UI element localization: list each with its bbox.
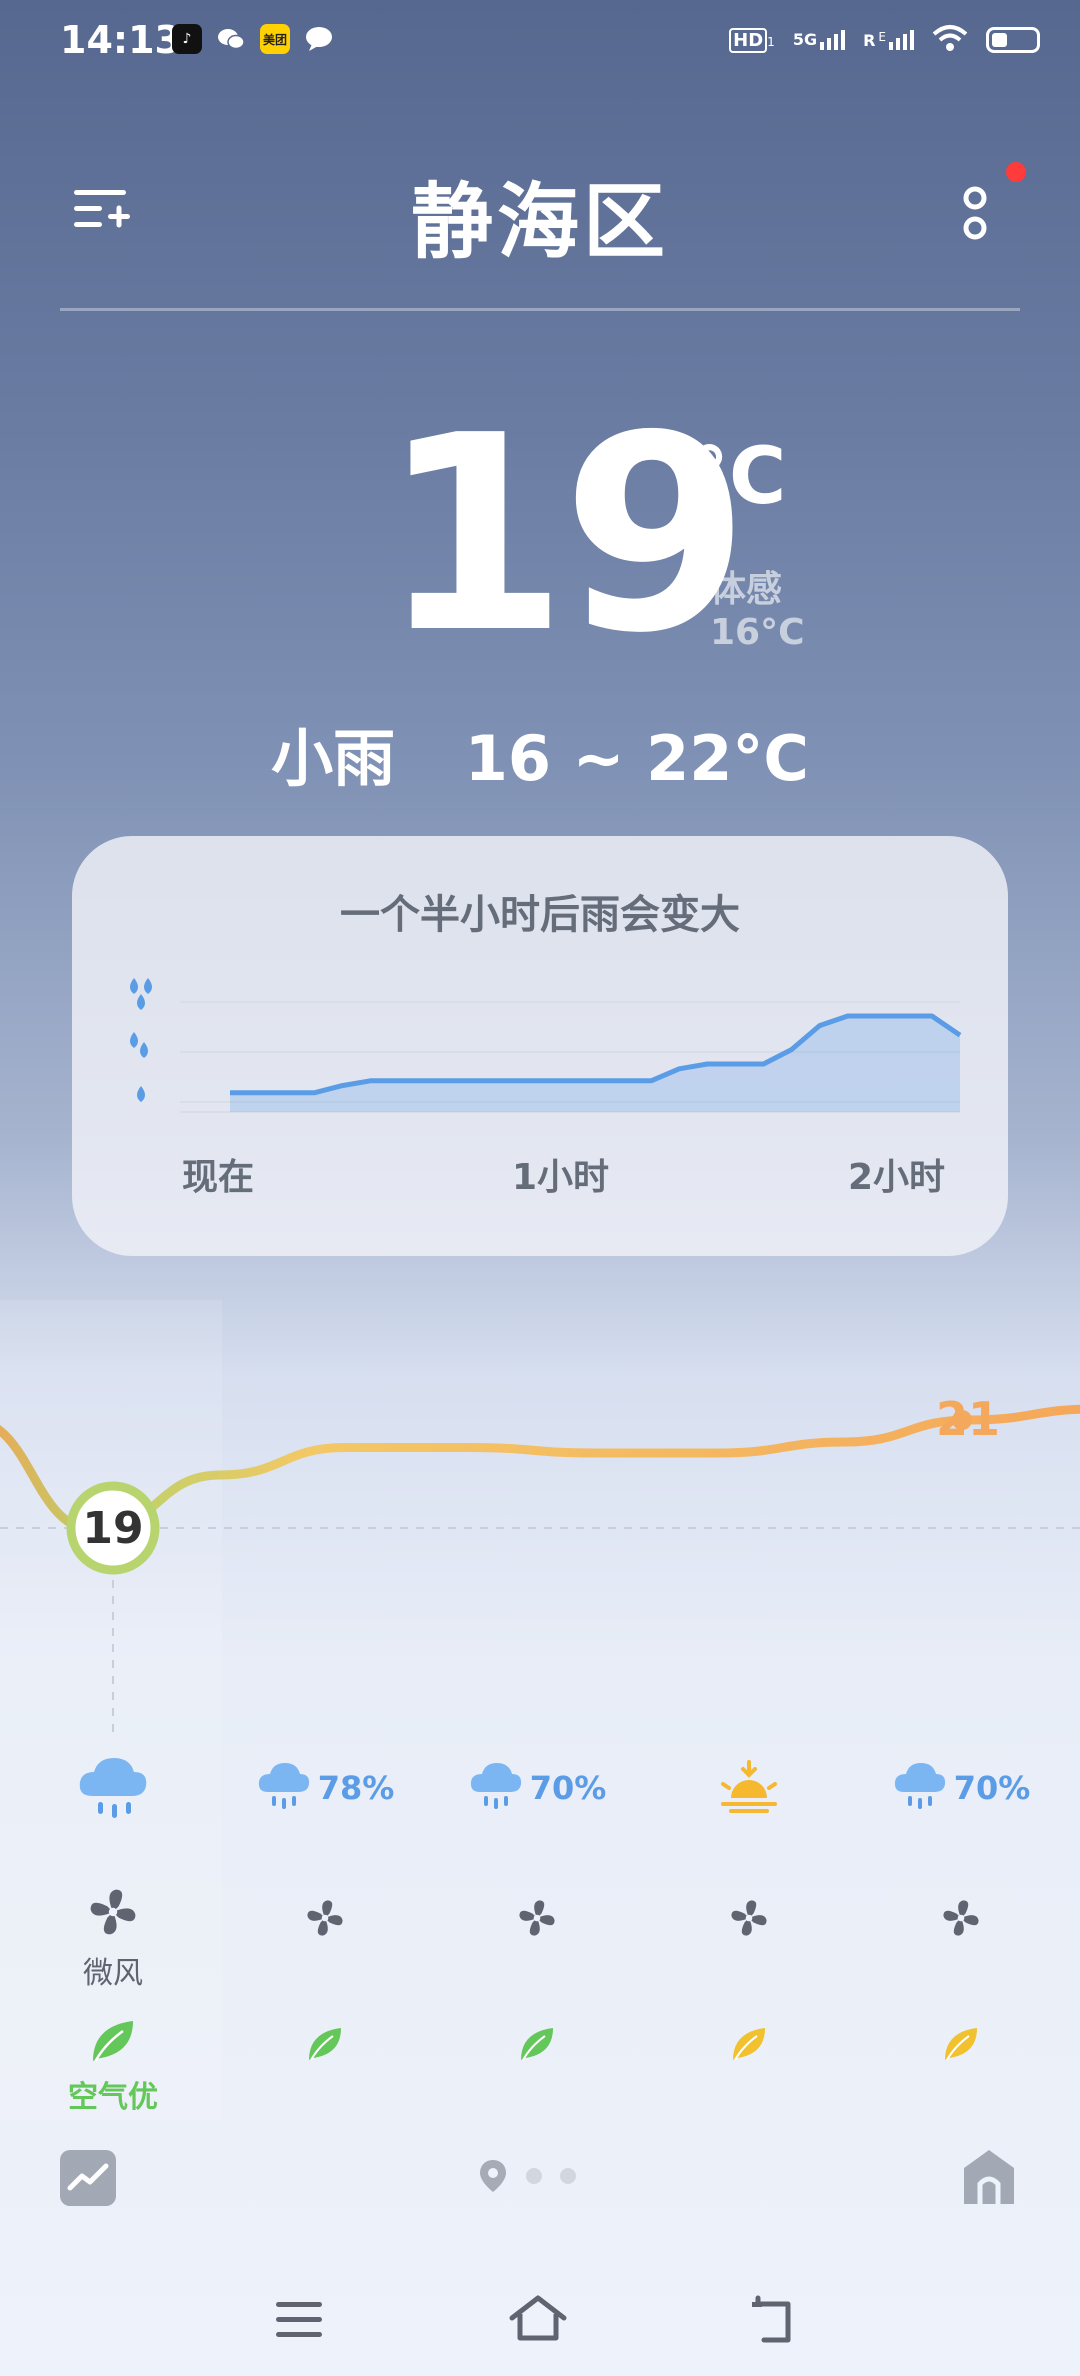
hourly-air-quality-2 [437,2024,637,2068]
sunset-icon [717,1758,781,1818]
header-divider [60,308,1020,311]
page-dot [560,2168,576,2184]
rain-cloud-icon [892,1758,948,1818]
home-button[interactable] [960,2146,1018,2208]
temperature-unit: °C [690,432,787,522]
e-label: E [878,30,886,44]
wind-fan-icon [515,1896,559,1944]
message-icon [304,24,334,54]
hourly-weather-3 [649,1758,849,1818]
hourly-wind-2 [437,1896,637,1944]
hourly-air-quality-0: 空气优 [13,2016,213,2116]
nav-menu-button[interactable] [270,2292,330,2348]
precip-area [230,1016,960,1112]
air-quality-leaf-icon [941,2024,981,2068]
current-temp-badge-value: 19 [82,1503,143,1554]
more-icon [963,186,987,240]
hourly-weather-4: 70% [861,1758,1061,1818]
hd-label: HD [729,27,768,53]
5g-label: 5G [792,30,818,49]
air-quality-leaf-icon [517,2024,557,2068]
precip-label-2h: 2小时 [848,1157,946,1198]
hourly-temperature-curve: 19 [0,1404,1080,1740]
notification-dot [1006,162,1026,182]
hd-signal-icon: HD 1 [729,27,775,53]
rain-cloud-icon [76,1752,150,1826]
city-title: 静海区 [410,175,669,270]
tiktok-icon: ♪ [172,24,202,54]
air-quality-leaf-icon [305,2024,345,2068]
back-icon [752,2295,791,2343]
hourly-wind-4 [861,1896,1061,1944]
hourly-weather-0 [13,1752,213,1826]
cell-signal-2-icon: RE [863,30,914,50]
wechat-icon [216,24,246,54]
meituan-icon: 美团 [260,24,290,54]
wind-fan-icon [303,1896,347,1944]
hourly-air-quality-4 [861,2024,1061,2068]
wind-label: 微风 [83,1956,143,1991]
condition-line: 小雨 16 ~ 22°C [0,708,1080,798]
raindrop-icon [140,1042,148,1058]
nav-back-button[interactable] [750,2292,810,2348]
raindrop-icon [130,1032,138,1048]
status-time: 14:13 [60,18,181,62]
hourly-wind-3 [649,1896,849,1944]
hourly-air-quality-1 [225,2024,425,2068]
precipitation-title: 一个半小时后雨会变大 [340,892,740,938]
trend-chart-icon [67,2163,109,2191]
hourly-weather-1: 78% [225,1758,425,1818]
home-outline-icon [509,2295,567,2341]
raindrop-icon [137,1086,145,1102]
hourly-high-label: 21 [936,1392,1001,1446]
air-quality-label: 空气优 [68,2080,158,2115]
hourly-wind-1 [225,1896,425,1944]
hd-sub: 1 [767,34,775,49]
raindrop-icon [130,978,138,994]
heavy-rain-icon [130,978,152,1010]
light-rain-icon [137,1086,145,1102]
temperature-line [0,1404,1080,1535]
page-indicator [478,2158,576,2194]
feels-like-value: 16°C [710,612,805,653]
hourly-air-quality-3 [649,2024,849,2068]
precip-probability: 78% [317,1769,395,1807]
notification-icons: ♪ 美团 [172,24,334,54]
wifi-icon [932,24,968,56]
hourly-weather-2: 70% [437,1758,637,1818]
nav-home-button[interactable] [508,2292,568,2348]
raindrop-icon [144,978,152,994]
wind-fan-icon [939,1896,983,1944]
roaming-label: R [863,31,876,50]
status-indicators: HD 1 5G RE [729,24,1040,56]
location-pin-icon [480,2160,506,2192]
menu-icon [276,2302,322,2337]
precip-label-now: 现在 [182,1157,255,1198]
more-options-button[interactable] [960,182,990,246]
battery-fill [992,33,1007,47]
wind-fan-icon [85,1884,141,1944]
air-quality-leaf-icon [729,2024,769,2068]
feels-like-label: 体感 [710,569,783,610]
air-quality-leaf-icon [88,2016,138,2070]
raindrop-icon [137,994,145,1010]
trend-button[interactable] [60,2150,116,2206]
precip-probability: 70% [953,1769,1031,1807]
moderate-rain-icon [130,1032,148,1058]
home-icon [964,2150,1014,2204]
hourly-wind-0: 微风 [13,1884,213,1992]
rain-cloud-icon [468,1758,524,1818]
battery-icon [986,27,1040,53]
status-bar: 14:13 ♪ 美团 HD 1 5G RE [0,0,1080,84]
temperature-range: 16 ~ 22°C [464,722,809,795]
page-dot [526,2168,542,2184]
wind-fan-icon [727,1896,771,1944]
precip-label-1h: 1小时 [512,1157,610,1198]
precip-probability: 70% [529,1769,607,1807]
weather-condition: 小雨 [271,722,396,795]
precipitation-card[interactable]: 一个半小时后雨会变大 现在 1小时 2小时 [72,836,1008,1256]
cell-signal-5g-icon: 5G [792,30,846,50]
rain-cloud-icon [256,1758,312,1818]
